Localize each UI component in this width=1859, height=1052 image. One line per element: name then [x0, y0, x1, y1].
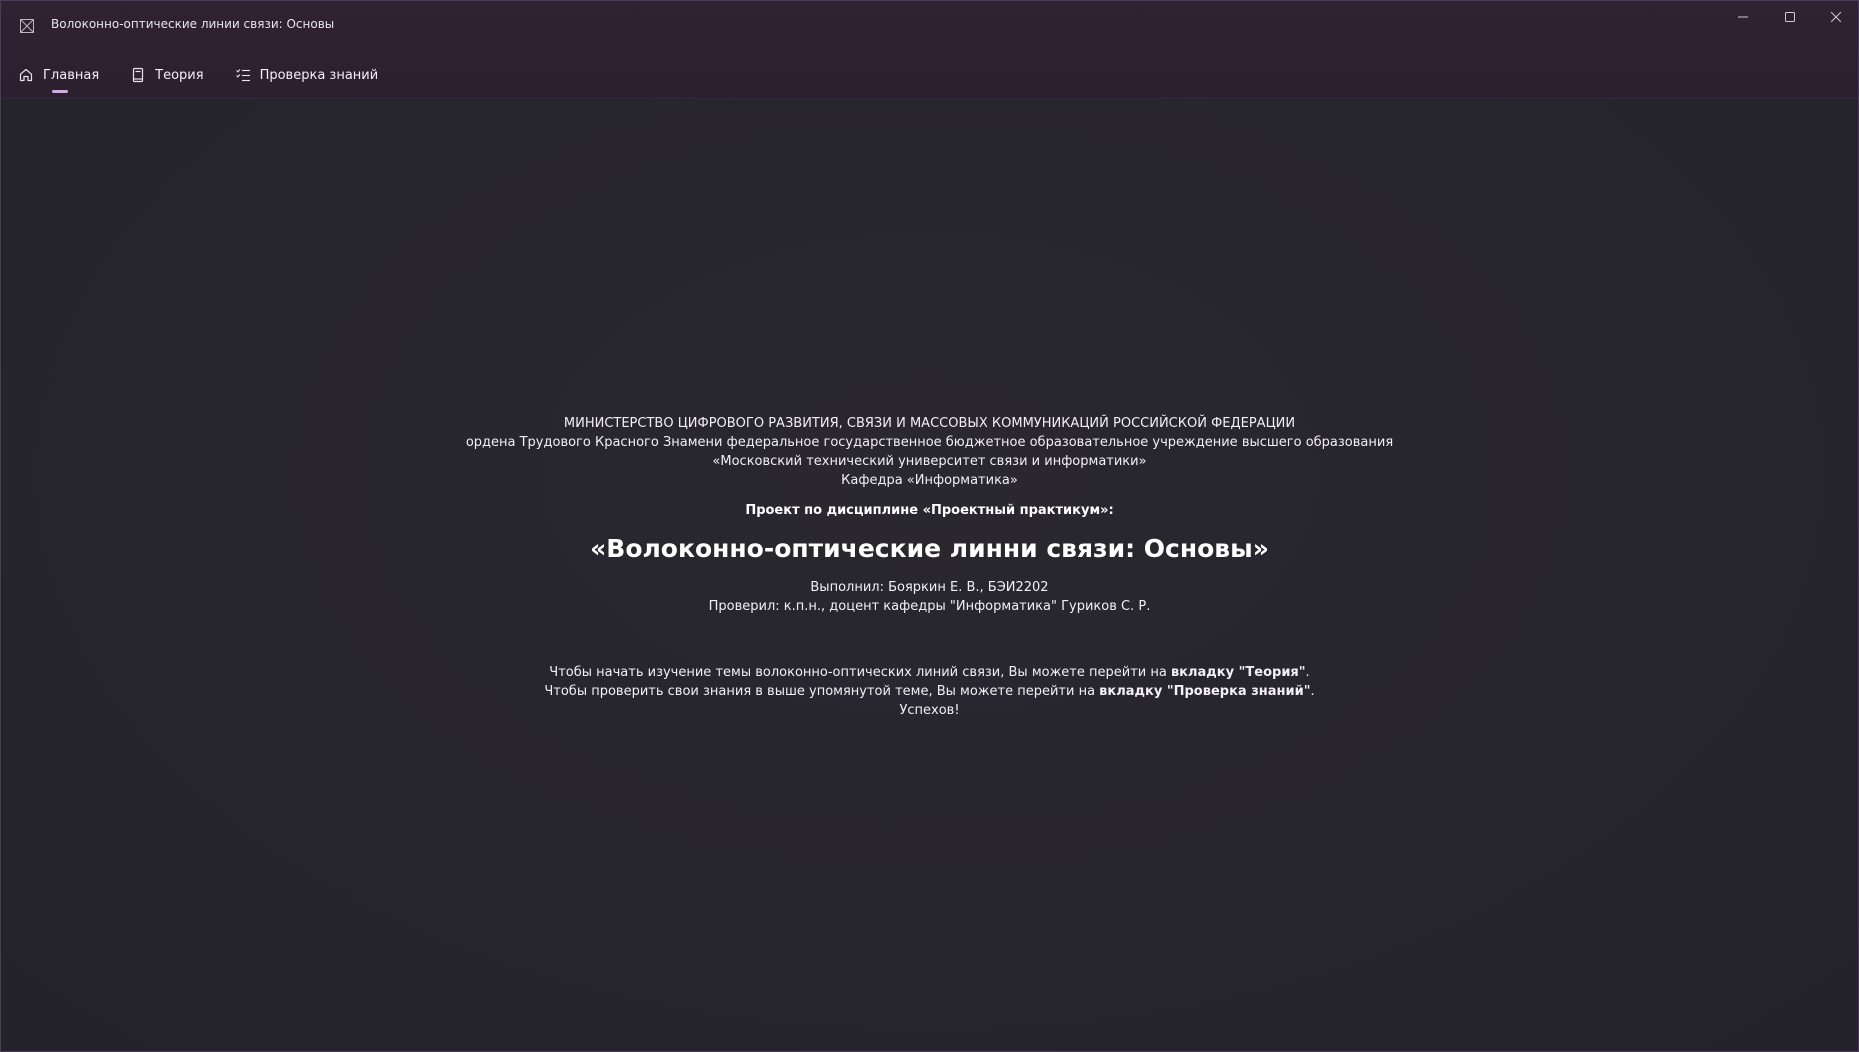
- nav-item-label: Проверка знаний: [259, 67, 379, 83]
- instruction-end: .: [1310, 684, 1315, 699]
- close-icon: [1831, 12, 1841, 22]
- department-line: Кафедра «Информатика»: [841, 473, 1018, 488]
- nav-bar: Главная Теория Проверка знаний: [17, 59, 408, 93]
- institution-type-line: ордена Трудового Красного Знамени федера…: [465, 435, 1394, 450]
- nav-item-label: Теория: [155, 67, 204, 83]
- nav-item-label: Главная: [43, 67, 100, 83]
- maximize-icon: [1785, 12, 1795, 22]
- project-discipline: Проект по дисциплине «Проектный практику…: [745, 503, 1114, 518]
- knowledge-check-tab-reference: вкладку "Проверка знаний": [1099, 684, 1311, 699]
- title-bar: Волоконно-оптические линии связи: Основы: [1, 1, 1858, 99]
- nav-item-home[interactable]: Главная: [17, 59, 100, 93]
- nav-item-theory[interactable]: Теория: [129, 59, 204, 91]
- close-button[interactable]: [1813, 5, 1858, 29]
- app-icon: [20, 18, 34, 33]
- closing-line: Успехов!: [899, 703, 960, 718]
- instruction-text: Чтобы начать изучение темы волоконно-опт…: [549, 665, 1171, 680]
- nav-item-knowledge-check[interactable]: Проверка знаний: [234, 59, 379, 91]
- performed-by: Выполнил: Бояркин Е. В., БЭИ2202: [810, 580, 1049, 595]
- checked-by: Проверил: к.п.н., доцент кафедры "Информ…: [708, 599, 1151, 614]
- instruction-theory: Чтобы начать изучение темы волоконно-опт…: [1, 663, 1858, 682]
- instruction-end: .: [1305, 665, 1310, 680]
- app-window: Волоконно-оптические линии связи: Основы: [0, 0, 1859, 1052]
- minimize-button[interactable]: [1720, 5, 1766, 29]
- theory-tab-reference: вкладку "Теория": [1170, 665, 1306, 680]
- university-line: «Московский технический университет связ…: [712, 454, 1147, 469]
- maximize-button[interactable]: [1767, 5, 1813, 29]
- active-tab-indicator: [52, 90, 68, 93]
- instruction-knowledge-check: Чтобы проверить свои знания в выше упомя…: [1, 682, 1858, 701]
- instructions-block: Чтобы начать изучение темы волоконно-опт…: [1, 663, 1858, 720]
- home-content: МИНИСТЕРСТВО ЦИФРОВОГО РАЗВИТИЯ, СВЯЗИ И…: [1, 414, 1858, 720]
- window-title: Волоконно-оптические линии связи: Основы: [51, 17, 335, 31]
- instruction-text: Чтобы проверить свои знания в выше упомя…: [544, 684, 1100, 699]
- ministry-line: МИНИСТЕРСТВО ЦИФРОВОГО РАЗВИТИЯ, СВЯЗИ И…: [563, 416, 1296, 431]
- page-title: «Волоконно-оптические линни связи: Основ…: [590, 534, 1269, 563]
- home-icon: [17, 66, 35, 84]
- checklist-icon: [234, 66, 252, 84]
- authors-block: Выполнил: Бояркин Е. В., БЭИ2202 Провери…: [1, 578, 1858, 616]
- minimize-icon: [1738, 12, 1748, 22]
- book-icon: [129, 66, 147, 84]
